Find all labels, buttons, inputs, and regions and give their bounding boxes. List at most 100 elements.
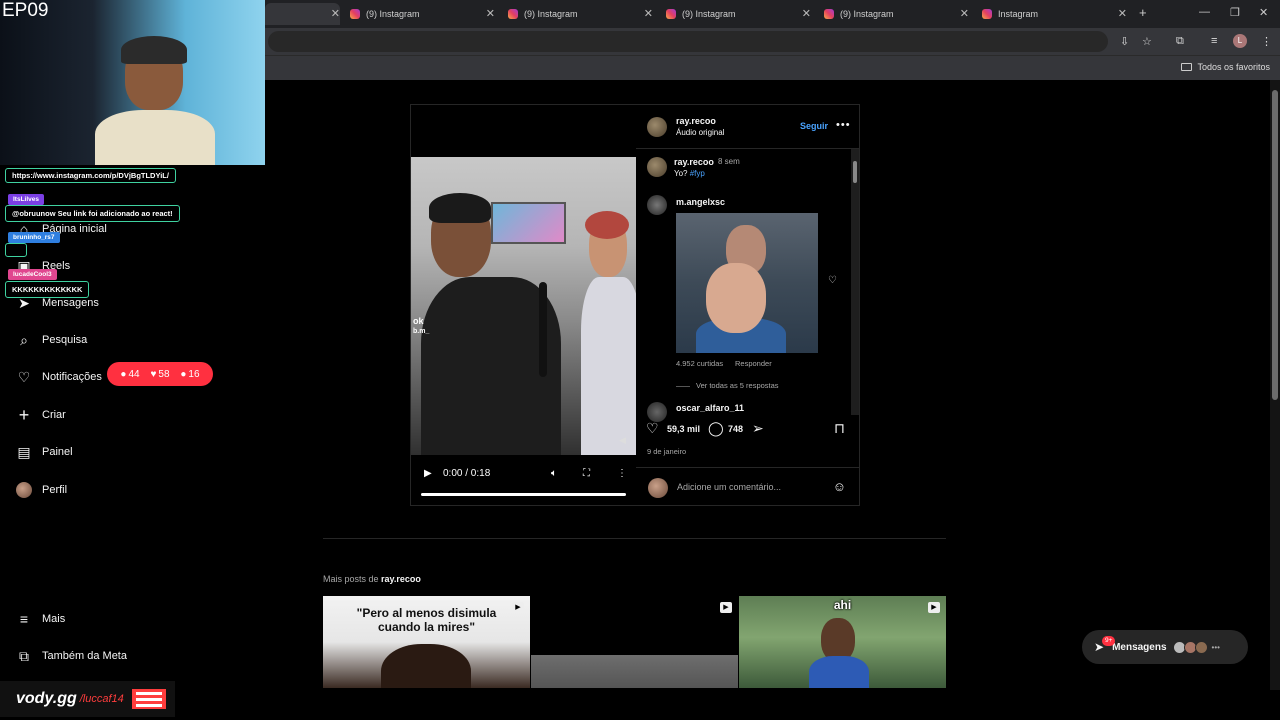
notifications-summary-badge[interactable]: ● 44 ♥ 58 ● 16 — [107, 362, 213, 386]
heart-icon[interactable]: ♡ — [828, 275, 837, 286]
heart-icon: ♡ — [17, 368, 31, 385]
post-author[interactable]: ray.recoo — [676, 116, 716, 126]
messages-floating-button[interactable]: ➤ 9+ Mensagens ••• — [1082, 630, 1248, 664]
like-icon[interactable]: ♡ — [646, 420, 659, 437]
menu-kebab-icon[interactable]: ⋮ — [1261, 35, 1272, 48]
menu-icon: ≡ — [19, 611, 29, 627]
like-count-badge: ♥ 58 — [150, 369, 169, 380]
nav-profile[interactable]: Perfil — [16, 479, 67, 501]
reel-icon: ▶ — [512, 602, 524, 613]
like-count: 59,3 mil — [667, 424, 701, 434]
caption-author[interactable]: ray.recoo — [674, 157, 714, 167]
heart-icon: ♥ — [150, 368, 157, 380]
caption-text: Yo? #fyp — [674, 169, 705, 178]
post-thumbnail[interactable]: "Pero al menos disimula cuando la mires"… — [323, 596, 530, 688]
hashtag-link[interactable]: #fyp — [690, 169, 705, 178]
browser-tab[interactable]: Instagram ✕ — [982, 3, 1127, 25]
video-player[interactable]: ok b.m_ ◀ ▶ 0:00 / 0:18 🔈︎ ⛶ ⋮ — [411, 105, 636, 505]
close-tab-icon[interactable]: ✕ — [644, 7, 653, 20]
all-bookmarks-button[interactable]: Todos os favoritos — [1181, 62, 1270, 72]
page-scrollbar[interactable] — [1270, 80, 1280, 690]
comment-author[interactable]: oscar_alfaro_11 — [676, 403, 744, 413]
avatar — [1194, 640, 1208, 654]
extensions-icon[interactable]: ⧉ — [1176, 35, 1184, 48]
instagram-favicon-icon — [508, 9, 518, 19]
follow-button[interactable]: Seguir — [800, 121, 828, 131]
browser-tab[interactable]: (9) Instagram ✕ — [350, 3, 495, 25]
bookmark-star-icon[interactable]: ☆ — [1142, 35, 1152, 48]
browser-tab[interactable]: (9) Instagram ✕ — [666, 3, 811, 25]
post-thumbnail[interactable]: ahi ▶ — [739, 596, 946, 688]
install-app-icon[interactable]: ⇩ — [1120, 35, 1129, 48]
comment-author[interactable]: m.angelxsc — [676, 197, 725, 207]
search-icon: ⌕ — [20, 331, 28, 348]
comment-count: 748 — [728, 424, 744, 434]
save-icon[interactable]: ⊓ — [834, 420, 845, 437]
omnibox[interactable] — [268, 31, 1108, 52]
tab-title: (9) Instagram — [682, 9, 736, 19]
avatar[interactable] — [647, 117, 667, 137]
instagram-favicon-icon — [666, 9, 676, 19]
caption-age: 8 sem — [718, 157, 740, 166]
share-icon[interactable]: ➢ — [752, 420, 764, 437]
play-icon[interactable]: ▶ — [424, 468, 432, 479]
restore-icon[interactable]: ❐ — [1230, 6, 1240, 19]
avatar[interactable] — [647, 157, 667, 177]
comments-scrollbar[interactable] — [851, 149, 859, 415]
reply-button[interactable]: Responder — [735, 359, 772, 368]
minimize-icon[interactable]: — — [1199, 6, 1210, 18]
close-tab-icon[interactable]: ✕ — [960, 7, 969, 20]
browser-tab[interactable]: ✕ — [265, 3, 340, 25]
nav-dashboard[interactable]: ▤ Painel — [16, 441, 72, 463]
profile-avatar[interactable]: L — [1233, 34, 1247, 48]
emoji-icon[interactable]: ☺ — [833, 479, 846, 494]
messages-label: Mensagens — [1112, 641, 1167, 653]
video-watermark: ok b.m_ — [413, 317, 429, 336]
volume-icon[interactable]: ◀ — [619, 435, 626, 446]
volume-icon[interactable]: 🔈︎ — [551, 468, 557, 479]
browser-tab[interactable]: (9) Instagram ✕ — [508, 3, 653, 25]
vody-mark-icon — [131, 689, 166, 709]
meta-apps-icon: ⧉ — [19, 647, 29, 664]
streamer-image — [95, 36, 215, 165]
avatar[interactable] — [647, 195, 667, 215]
audio-label[interactable]: Áudio original — [676, 128, 724, 137]
close-tab-icon[interactable]: ✕ — [1118, 7, 1127, 20]
close-tab-icon[interactable]: ✕ — [802, 7, 811, 20]
chat-message — [5, 243, 27, 257]
nav-also-from-meta[interactable]: ⧉ Também da Meta — [16, 645, 127, 667]
nav-create[interactable]: + Criar — [16, 404, 66, 426]
thumbnail-caption: "Pero al menos disimula cuando la mires" — [356, 606, 497, 634]
instagram-favicon-icon — [982, 9, 992, 19]
more-posts-prefix: Mais posts de — [323, 574, 379, 584]
close-tab-icon[interactable]: ✕ — [331, 7, 340, 20]
webcam-overlay: EP09 — [0, 0, 265, 165]
chat-username: bruninho_rs7 — [8, 232, 60, 243]
more-options-icon[interactable]: ••• — [836, 119, 851, 131]
nav-notifications[interactable]: ♡ Notificações — [16, 366, 102, 388]
media-icon[interactable]: ≡ — [1211, 35, 1217, 47]
folder-icon — [1181, 63, 1193, 71]
close-window-icon[interactable]: ✕ — [1259, 6, 1268, 19]
messages-badge: 9+ — [1102, 636, 1116, 646]
nav-more[interactable]: ≡ Mais — [16, 608, 65, 630]
comment-icon[interactable]: ◯ — [708, 420, 724, 437]
thumbnail-caption: ahi — [833, 598, 852, 612]
tab-title: Instagram — [998, 9, 1039, 19]
close-tab-icon[interactable]: ✕ — [486, 7, 495, 20]
nav-search[interactable]: ⌕ Pesquisa — [16, 329, 87, 351]
comment-input[interactable]: Adicione um comentário... — [677, 482, 781, 492]
view-replies-button[interactable]: Ver todas as 5 respostas — [676, 381, 779, 390]
comment-count: 44 — [128, 368, 140, 380]
new-tab-button[interactable]: + — [1139, 5, 1147, 20]
fullscreen-icon[interactable]: ⛶ — [583, 468, 590, 479]
video-progress-bar[interactable] — [421, 493, 626, 496]
section-divider — [323, 538, 946, 539]
chat-username: lucadeCool3 — [8, 269, 57, 280]
video-options-icon[interactable]: ⋮ — [617, 468, 627, 479]
browser-tab[interactable]: (9) Instagram ✕ — [824, 3, 969, 25]
more-posts-user[interactable]: ray.recoo — [381, 574, 421, 584]
post-thumbnail[interactable]: ▶ — [531, 596, 738, 688]
chat-message: @obruunow Seu link foi adicionado ao rea… — [5, 205, 180, 222]
post-sidebar: ray.recoo Áudio original Seguir ••• ray.… — [636, 105, 860, 505]
